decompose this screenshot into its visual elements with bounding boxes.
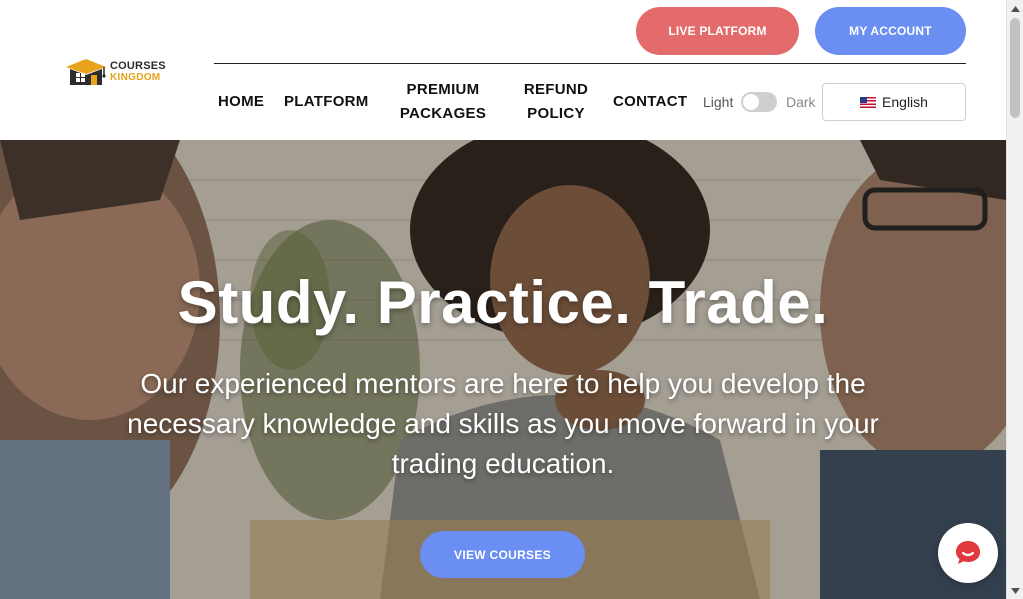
nav-premium-line1: PREMIUM bbox=[406, 81, 480, 98]
scroll-down-arrow-icon[interactable] bbox=[1007, 582, 1023, 599]
site-header: COURSES KINGDOM LIVE PLATFORM MY ACCOUNT… bbox=[0, 0, 1006, 140]
us-flag-icon bbox=[860, 96, 877, 108]
graduation-house-icon bbox=[64, 57, 108, 87]
language-selector[interactable]: English bbox=[822, 83, 966, 121]
chat-bubble-icon bbox=[956, 541, 980, 564]
scrollbar-thumb[interactable] bbox=[1010, 18, 1020, 118]
nav-refund-line1: REFUND bbox=[523, 81, 589, 98]
page: COURSES KINGDOM LIVE PLATFORM MY ACCOUNT… bbox=[0, 0, 1006, 599]
live-platform-button[interactable]: LIVE PLATFORM bbox=[636, 7, 799, 55]
nav-premium-line2: PACKAGES bbox=[399, 105, 487, 122]
logo-line1: COURSES bbox=[110, 60, 166, 72]
nav-home[interactable]: HOME bbox=[218, 90, 264, 114]
logo-text: COURSES KINGDOM bbox=[110, 60, 166, 84]
view-courses-button[interactable]: VIEW COURSES bbox=[420, 531, 585, 578]
hero-title: Study. Practice. Trade. bbox=[177, 269, 829, 336]
theme-toggle-knob bbox=[743, 94, 759, 110]
hero-section: Study. Practice. Trade. Our experienced … bbox=[0, 140, 1006, 599]
page-scrollbar[interactable] bbox=[1006, 0, 1023, 599]
theme-toggle[interactable] bbox=[741, 92, 777, 112]
chat-widget-button[interactable] bbox=[938, 523, 998, 583]
my-account-button[interactable]: MY ACCOUNT bbox=[815, 7, 966, 55]
hero-subtitle: Our experienced mentors are here to help… bbox=[127, 368, 879, 479]
nav-refund-line2: POLICY bbox=[527, 105, 585, 122]
theme-light-label: Light bbox=[703, 94, 734, 110]
scroll-up-arrow-icon[interactable] bbox=[1007, 0, 1023, 17]
header-divider bbox=[214, 63, 966, 64]
nav-premium-packages[interactable]: PREMIUM PACKAGES bbox=[396, 78, 490, 126]
nav-platform[interactable]: PLATFORM bbox=[284, 90, 369, 114]
nav-refund-policy[interactable]: REFUND POLICY bbox=[518, 78, 594, 126]
logo[interactable]: COURSES KINGDOM bbox=[64, 56, 174, 88]
language-label: English bbox=[882, 94, 928, 110]
theme-dark-label: Dark bbox=[786, 94, 816, 110]
logo-line2: KINGDOM bbox=[110, 72, 161, 83]
nav-contact[interactable]: CONTACT bbox=[613, 90, 687, 114]
